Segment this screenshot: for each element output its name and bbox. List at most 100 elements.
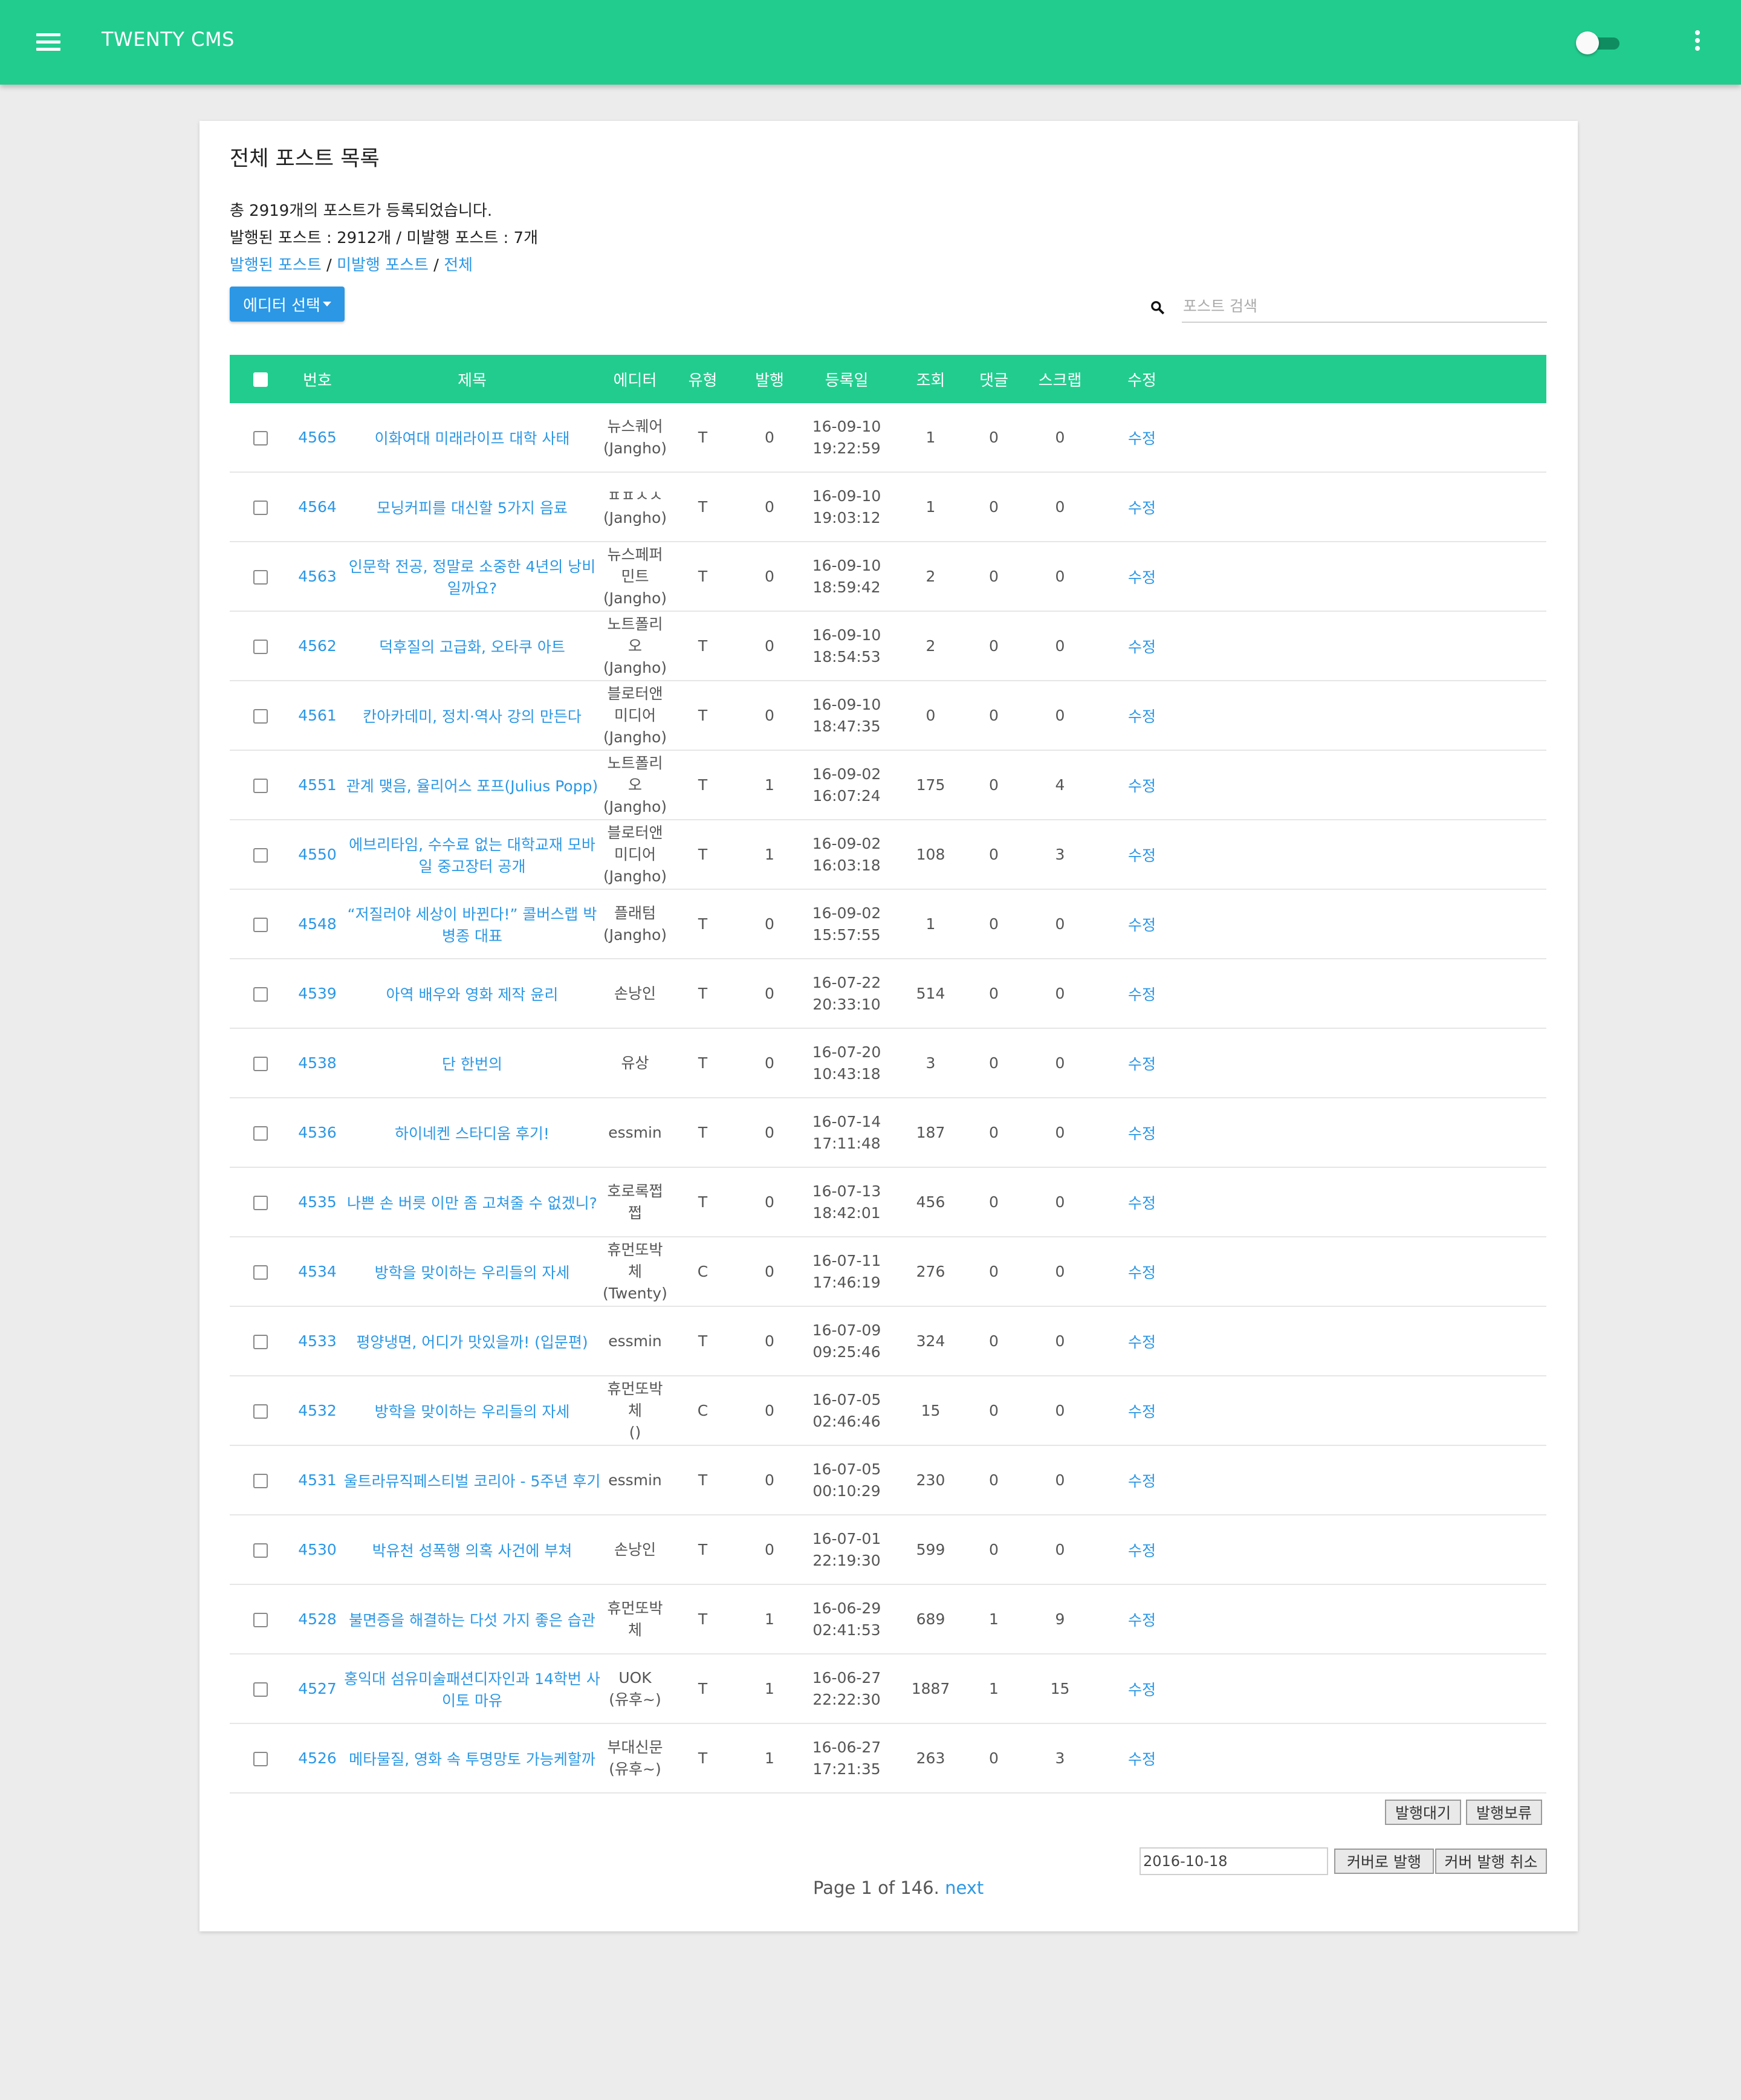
select-all-checkbox[interactable]: [253, 372, 268, 387]
row-checkbox[interactable]: [253, 987, 268, 1002]
post-search-input[interactable]: [1182, 290, 1547, 323]
edit-link[interactable]: 수정: [1103, 566, 1181, 588]
row-checkbox[interactable]: [253, 848, 268, 863]
row-checkbox[interactable]: [253, 1613, 268, 1627]
post-title-link[interactable]: 방학을 맞이하는 우리들의 자세: [343, 1400, 601, 1422]
filter-unpublished-link[interactable]: 미발행 포스트: [337, 256, 429, 274]
row-checkbox[interactable]: [253, 709, 268, 724]
edit-link[interactable]: 수정: [1103, 844, 1181, 866]
post-title-link[interactable]: 메타물질, 영화 속 투명망토 가능케할까: [343, 1748, 601, 1769]
post-number-link[interactable]: 4526: [291, 1749, 343, 1767]
post-title-link[interactable]: 하이네켄 스타디움 후기!: [343, 1122, 601, 1144]
row-checkbox[interactable]: [253, 1752, 268, 1766]
post-title-link[interactable]: 에브리타임, 수수료 없는 대학교재 모바일 중고장터 공개: [343, 833, 601, 877]
post-number-link[interactable]: 4533: [291, 1332, 343, 1350]
post-title-link[interactable]: 단 한번의: [343, 1052, 601, 1074]
edit-link[interactable]: 수정: [1103, 1678, 1181, 1700]
cover-cancel-button[interactable]: 커버 발행 취소: [1435, 1849, 1547, 1874]
edit-link[interactable]: 수정: [1103, 635, 1181, 657]
post-number-link[interactable]: 4563: [291, 568, 343, 585]
row-checkbox[interactable]: [253, 1474, 268, 1488]
edit-link[interactable]: 수정: [1103, 1748, 1181, 1769]
post-title-link[interactable]: 홍익대 섬유미술패션디자인과 14학번 사이토 마유: [343, 1667, 601, 1711]
post-number-link[interactable]: 4535: [291, 1193, 343, 1211]
post-title-link[interactable]: 칸아카데미, 정치·역사 강의 만든다: [343, 705, 601, 727]
row-checkbox[interactable]: [253, 640, 268, 654]
post-number-link[interactable]: 4538: [291, 1054, 343, 1072]
more-vert-icon[interactable]: [1690, 30, 1705, 54]
post-title-link[interactable]: 이화여대 미래라이프 대학 사태: [343, 427, 601, 449]
post-number-link[interactable]: 4551: [291, 776, 343, 794]
row-checkbox[interactable]: [253, 431, 268, 446]
menu-icon[interactable]: [36, 33, 60, 51]
post-number-link[interactable]: 4534: [291, 1263, 343, 1280]
post-number-link[interactable]: 4527: [291, 1680, 343, 1697]
filter-all-link[interactable]: 전체: [444, 256, 473, 274]
post-title-link[interactable]: 박유천 성폭행 의혹 사건에 부쳐: [343, 1539, 601, 1561]
row-checkbox[interactable]: [253, 1404, 268, 1419]
edit-link[interactable]: 수정: [1103, 1191, 1181, 1213]
row-checkbox[interactable]: [253, 1196, 268, 1210]
post-number-link[interactable]: 4565: [291, 429, 343, 446]
row-checkbox[interactable]: [253, 918, 268, 932]
row-checkbox[interactable]: [253, 1265, 268, 1280]
edit-link[interactable]: 수정: [1103, 1122, 1181, 1144]
editor-name: 휴먼또박체: [607, 1240, 663, 1280]
post-number-link[interactable]: 4561: [291, 707, 343, 724]
post-title-link[interactable]: 아역 배우와 영화 제작 윤리: [343, 983, 601, 1005]
post-number-link[interactable]: 4550: [291, 846, 343, 863]
next-page-link[interactable]: next: [945, 1878, 984, 1898]
post-title-link[interactable]: 나쁜 손 버릇 이만 좀 고쳐줄 수 없겠니?: [343, 1191, 601, 1213]
edit-link[interactable]: 수정: [1103, 1539, 1181, 1561]
post-number-link[interactable]: 4531: [291, 1471, 343, 1489]
edit-link[interactable]: 수정: [1103, 1330, 1181, 1352]
post-title-link[interactable]: 불면증을 해결하는 다섯 가지 좋은 습관: [343, 1609, 601, 1630]
post-title-link[interactable]: 인문학 전공, 정말로 소중한 4년의 낭비일까요?: [343, 555, 601, 598]
edit-link[interactable]: 수정: [1103, 427, 1181, 449]
post-title-link[interactable]: 관계 맺음, 율리어스 포프(Julius Popp): [343, 774, 601, 796]
post-title-link[interactable]: “저질러야 세상이 바뀐다!” 콜버스랩 박병종 대표: [343, 903, 601, 946]
cover-date-input[interactable]: [1140, 1847, 1328, 1875]
publish-hold-button[interactable]: 발행보류: [1466, 1800, 1542, 1825]
edit-link[interactable]: 수정: [1103, 1470, 1181, 1491]
post-title-link[interactable]: 울트라뮤직페스티벌 코리아 - 5주년 후기: [343, 1470, 601, 1491]
row-checkbox[interactable]: [253, 501, 268, 515]
edit-link[interactable]: 수정: [1103, 496, 1181, 518]
row-checkbox[interactable]: [253, 1126, 268, 1141]
edit-link[interactable]: 수정: [1103, 1400, 1181, 1422]
row-checkbox[interactable]: [253, 570, 268, 585]
edit-link[interactable]: 수정: [1103, 705, 1181, 727]
theme-toggle[interactable]: [1576, 30, 1624, 54]
type-cell: T: [698, 1610, 708, 1628]
edit-link[interactable]: 수정: [1103, 913, 1181, 935]
edit-link[interactable]: 수정: [1103, 1609, 1181, 1630]
post-number-link[interactable]: 4562: [291, 637, 343, 655]
edit-link[interactable]: 수정: [1103, 1261, 1181, 1283]
edit-link[interactable]: 수정: [1103, 774, 1181, 796]
date-day: 16-07-22: [812, 973, 881, 991]
post-number-link[interactable]: 4564: [291, 498, 343, 516]
header-select-cell: [230, 370, 291, 388]
row-checkbox[interactable]: [253, 1057, 268, 1071]
edit-link[interactable]: 수정: [1103, 983, 1181, 1005]
post-number-link[interactable]: 4539: [291, 985, 343, 1002]
post-title-link[interactable]: 평양냉면, 어디가 맛있을까! (입문편): [343, 1330, 601, 1352]
post-title-link[interactable]: 방학을 맞이하는 우리들의 자세: [343, 1261, 601, 1283]
edit-link[interactable]: 수정: [1103, 1052, 1181, 1074]
post-title-link[interactable]: 덕후질의 고급화, 오타쿠 아트: [343, 635, 601, 657]
post-number-link[interactable]: 4532: [291, 1402, 343, 1419]
post-number-link[interactable]: 4530: [291, 1541, 343, 1558]
row-checkbox[interactable]: [253, 779, 268, 793]
post-number-link[interactable]: 4536: [291, 1124, 343, 1141]
post-number-link[interactable]: 4528: [291, 1610, 343, 1628]
publish-wait-button[interactable]: 발행대기: [1385, 1800, 1461, 1825]
editor-select-button[interactable]: 에디터 선택: [230, 287, 345, 322]
row-checkbox[interactable]: [253, 1335, 268, 1349]
filter-published-link[interactable]: 발행된 포스트: [230, 256, 322, 274]
cover-publish-button[interactable]: 커버로 발행: [1334, 1849, 1434, 1874]
row-checkbox[interactable]: [253, 1682, 268, 1697]
date-day: 16-06-27: [812, 1668, 881, 1687]
row-checkbox[interactable]: [253, 1543, 268, 1558]
post-number-link[interactable]: 4548: [291, 915, 343, 933]
post-title-link[interactable]: 모닝커피를 대신할 5가지 음료: [343, 496, 601, 518]
